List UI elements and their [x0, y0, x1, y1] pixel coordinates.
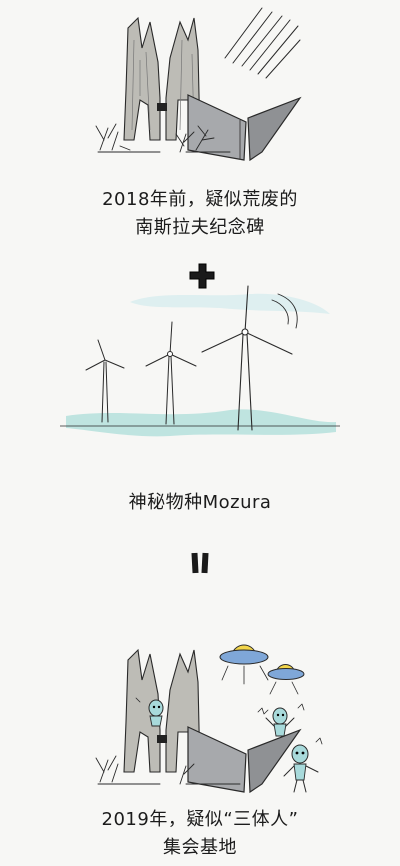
caption-mozura-text: 神秘物种Mozura — [128, 492, 272, 513]
caption-2019-line1: 2019年，疑似“三体人” — [101, 809, 299, 830]
caption-2018-line1: 2018年前，疑似荒废的 — [102, 189, 298, 210]
equals-icon — [191, 552, 209, 574]
caption-2019-line2: 集会基地 — [163, 837, 237, 858]
equals-operator — [0, 550, 400, 580]
wind-turbine-icon — [145, 321, 197, 425]
monument-illustration-2019 — [0, 632, 400, 802]
monument-metal-wing — [187, 726, 247, 793]
monument-metal-wing — [187, 94, 302, 162]
alien-icon — [283, 744, 319, 793]
wind-turbines-illustration — [0, 280, 400, 480]
wind-scribble-icon — [224, 7, 301, 79]
monument-illustration-2018 — [0, 0, 400, 180]
monument-left-pillar — [123, 16, 161, 141]
caption-2018-line2: 南斯拉夫纪念碑 — [135, 217, 265, 238]
caption-2019: 2019年，疑似“三体人” 集会基地 — [0, 806, 400, 862]
wind-turbine-icon — [85, 339, 125, 423]
monument-joint — [157, 103, 167, 111]
alien-icon — [148, 699, 164, 727]
caption-2018: 2018年前，疑似荒废的 南斯拉夫纪念碑 — [0, 186, 400, 242]
alien-icon — [265, 707, 295, 737]
caption-mozura: 神秘物种Mozura — [0, 489, 400, 517]
ufo-icon — [219, 644, 269, 685]
ufo-icon — [267, 664, 305, 695]
